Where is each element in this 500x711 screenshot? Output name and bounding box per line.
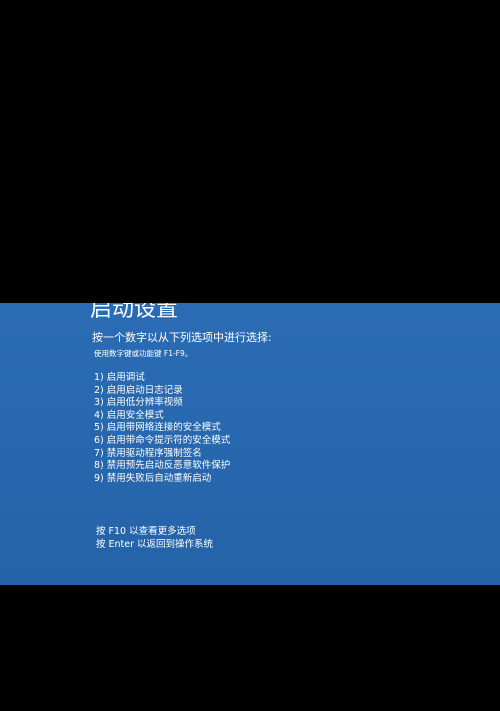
photo-frame: 启动设置 按一个数字以从下列选项中进行选择: 使用数字键或功能键 F1-F9。 …	[0, 0, 500, 711]
page-title: 启动设置	[90, 303, 179, 322]
option-enable-boot-logging[interactable]: 2) 启用启动日志记录	[94, 385, 230, 398]
footer-instructions: 按 F10 以查看更多选项 按 Enter 以返回到操作系统	[96, 526, 213, 551]
option-disable-auto-restart-after-failure[interactable]: 9) 禁用失败后自动重新启动	[94, 473, 230, 486]
key-hint: 使用数字键或功能键 F1-F9。	[94, 349, 193, 358]
startup-options-list: 1) 启用调试 2) 启用启动日志记录 3) 启用低分辨率视频 4) 启用安全模…	[94, 372, 230, 485]
return-to-os-hint[interactable]: 按 Enter 以返回到操作系统	[96, 539, 213, 552]
selection-prompt: 按一个数字以从下列选项中进行选择:	[92, 331, 272, 344]
option-disable-driver-signature-enforcement[interactable]: 7) 禁用驱动程序强制签名	[94, 448, 230, 461]
startup-settings-screen: 启动设置 按一个数字以从下列选项中进行选择: 使用数字键或功能键 F1-F9。 …	[0, 303, 500, 585]
option-enable-debugging[interactable]: 1) 启用调试	[94, 372, 230, 385]
option-disable-early-launch-antimalware[interactable]: 8) 禁用预先启动反恶意软件保护	[94, 460, 230, 473]
more-options-hint[interactable]: 按 F10 以查看更多选项	[96, 526, 213, 539]
option-enable-low-resolution-video[interactable]: 3) 启用低分辨率视频	[94, 397, 230, 410]
option-enable-safe-mode-with-command-prompt[interactable]: 6) 启用带命令提示符的安全模式	[94, 435, 230, 448]
option-enable-safe-mode-with-networking[interactable]: 5) 启用带网络连接的安全模式	[94, 422, 230, 435]
option-enable-safe-mode[interactable]: 4) 启用安全模式	[94, 410, 230, 423]
